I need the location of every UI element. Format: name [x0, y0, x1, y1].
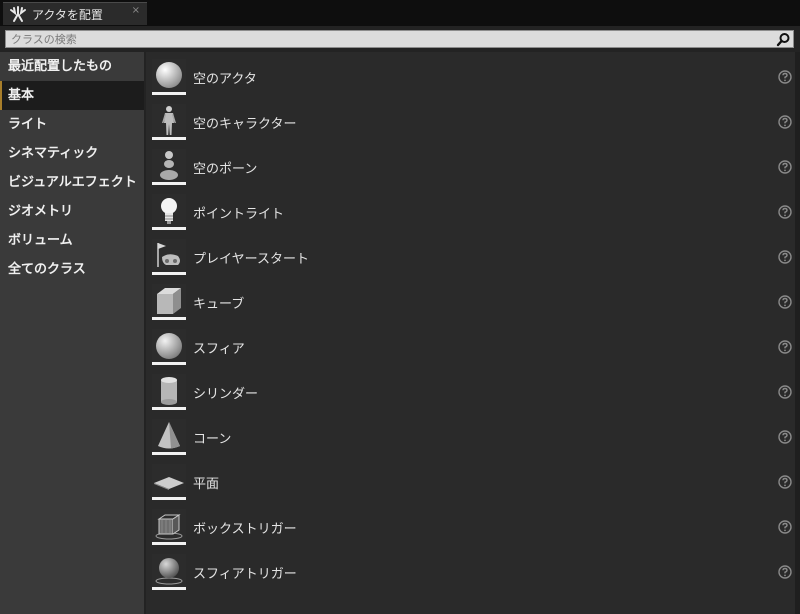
thumbnail: [152, 374, 186, 410]
actor-item-empty-actor[interactable]: 空のアクタ: [146, 55, 800, 100]
item-label: シリンダー: [193, 387, 259, 402]
character-icon: [162, 106, 176, 135]
thumbnail: [152, 509, 186, 545]
player-start-icon: [157, 243, 180, 267]
item-label: 空のアクタ: [193, 72, 257, 87]
scrollbar[interactable]: [795, 52, 800, 614]
actor-item-empty-character[interactable]: 空のキャラクター: [146, 100, 800, 145]
category-all-classes[interactable]: 全てのクラス: [0, 255, 144, 284]
help-icon[interactable]: [778, 160, 792, 174]
search-input[interactable]: [6, 31, 771, 47]
category-recent[interactable]: 最近配置したもの: [0, 52, 144, 81]
help-icon[interactable]: [778, 385, 792, 399]
actor-item-box-trigger[interactable]: ボックストリガー: [146, 505, 800, 550]
tab-title: アクタを配置: [32, 8, 103, 22]
place-actors-icon: [10, 6, 26, 22]
actor-item-sphere[interactable]: スフィア: [146, 325, 800, 370]
category-visual-effects[interactable]: ビジュアルエフェクト: [0, 168, 144, 197]
thumbnail: [152, 194, 186, 230]
category-lights[interactable]: ライト: [0, 110, 144, 139]
item-label: ボックストリガー: [193, 522, 297, 537]
category-cinematic[interactable]: シネマティック: [0, 139, 144, 168]
item-label: ポイントライト: [193, 207, 285, 222]
actor-item-plane[interactable]: 平面: [146, 460, 800, 505]
sphere-icon: [156, 333, 182, 359]
help-icon[interactable]: [778, 520, 792, 534]
search-icon[interactable]: [776, 32, 791, 47]
pawn-icon: [160, 151, 178, 180]
category-basic[interactable]: 基本: [0, 81, 144, 110]
thumbnail: [152, 59, 186, 95]
help-icon[interactable]: [778, 430, 792, 444]
item-label: スフィア: [193, 342, 245, 357]
actor-item-sphere-trigger[interactable]: スフィアトリガー: [146, 550, 800, 595]
thumbnail: [152, 284, 186, 320]
item-label: コーン: [193, 432, 232, 447]
thumbnail: [152, 104, 186, 140]
help-icon[interactable]: [778, 340, 792, 354]
tab-place-actors[interactable]: アクタを配置 ×: [3, 2, 147, 25]
help-icon[interactable]: [778, 205, 792, 219]
item-label: 平面: [193, 477, 220, 492]
actor-item-cylinder[interactable]: シリンダー: [146, 370, 800, 415]
search-box: [5, 30, 794, 48]
item-label: プレイヤースタート: [193, 252, 309, 267]
help-icon[interactable]: [778, 295, 792, 309]
actor-item-cone[interactable]: コーン: [146, 415, 800, 460]
help-icon[interactable]: [778, 250, 792, 264]
item-label: キューブ: [193, 297, 245, 312]
place-actors-panel: 最近配置したもの 基本 ライト シネマティック ビジュアルエフェクト ジオメトリ…: [0, 26, 800, 614]
cone-icon: [158, 422, 180, 449]
thumbnail: [152, 419, 186, 455]
item-label: 空のポーン: [193, 162, 258, 177]
plane-icon: [154, 477, 184, 490]
actor-item-player-start[interactable]: プレイヤースタート: [146, 235, 800, 280]
thumbnail: [152, 149, 186, 185]
thumbnail: [152, 554, 186, 590]
lightbulb-icon: [161, 198, 177, 224]
help-icon[interactable]: [778, 115, 792, 129]
actor-item-cube[interactable]: キューブ: [146, 280, 800, 325]
sphere-trigger-icon: [155, 558, 183, 585]
help-icon[interactable]: [778, 70, 792, 84]
thumbnail: [152, 464, 186, 500]
actor-item-point-light[interactable]: ポイントライト: [146, 190, 800, 235]
actor-item-empty-pawn[interactable]: 空のポーン: [146, 145, 800, 190]
help-icon[interactable]: [778, 475, 792, 489]
box-trigger-icon: [155, 514, 183, 540]
item-label: 空のキャラクター: [193, 117, 297, 132]
actor-list: 空のアクタ 空のキャラクター 空のポーン ポイントライト プレイヤースタート キ…: [146, 52, 800, 614]
thumbnail: [152, 239, 186, 275]
cube-icon: [157, 288, 181, 314]
thumbnail: [152, 329, 186, 365]
tab-bar: アクタを配置 ×: [0, 0, 800, 26]
item-label: スフィアトリガー: [193, 567, 297, 582]
category-sidebar: 最近配置したもの 基本 ライト シネマティック ビジュアルエフェクト ジオメトリ…: [0, 52, 144, 614]
help-icon[interactable]: [778, 565, 792, 579]
cylinder-icon: [161, 377, 177, 405]
sphere-icon: [156, 62, 182, 88]
tab-close-icon[interactable]: ×: [132, 5, 140, 16]
category-volumes[interactable]: ボリューム: [0, 226, 144, 255]
category-geometry[interactable]: ジオメトリ: [0, 197, 144, 226]
